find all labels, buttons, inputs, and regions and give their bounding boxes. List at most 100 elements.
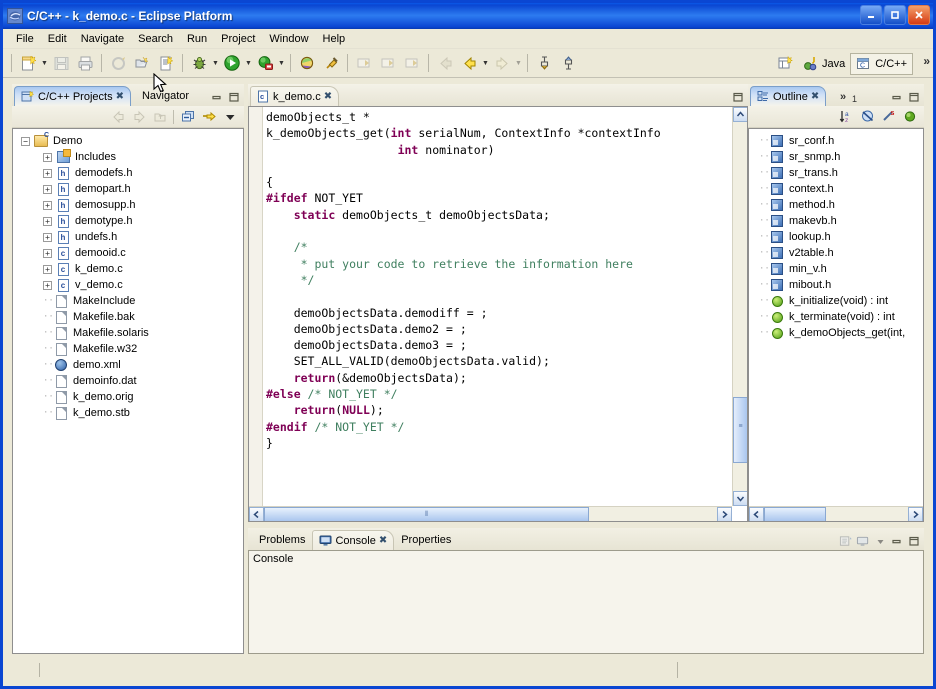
- tree-item[interactable]: ·· Makefile.solaris: [13, 325, 243, 341]
- tab-console[interactable]: Console ✖: [312, 530, 395, 550]
- tree-expander[interactable]: +: [43, 152, 52, 162]
- maximize-icon[interactable]: [907, 91, 921, 104]
- tree-item[interactable]: + h demosupp.h: [13, 197, 243, 213]
- scroll-left-button[interactable]: [749, 507, 764, 521]
- scroll-up-button[interactable]: [733, 107, 747, 122]
- tree-item[interactable]: + h demopart.h: [13, 181, 243, 197]
- tree-expander[interactable]: +: [43, 232, 52, 242]
- tree-expander[interactable]: +: [43, 168, 52, 178]
- tree-item[interactable]: + h undefs.h: [13, 229, 243, 245]
- scroll-right-button[interactable]: [717, 507, 732, 521]
- maximize-icon[interactable]: [731, 91, 745, 104]
- console-dropdown-arrow[interactable]: [873, 535, 887, 548]
- close-button[interactable]: [908, 5, 930, 25]
- tree-item[interactable]: ·· demoinfo.dat: [13, 373, 243, 389]
- tree-item[interactable]: + c v_demo.c: [13, 277, 243, 293]
- tab-problems[interactable]: Problems: [252, 530, 312, 550]
- editor-code[interactable]: demoObjects_t * k_demoObjects_get(int ser…: [266, 109, 731, 505]
- vertical-scroll-thumb[interactable]: ≡: [733, 397, 747, 463]
- menu-item-run[interactable]: Run: [180, 31, 214, 47]
- maximize-icon[interactable]: [227, 91, 241, 104]
- editor-horizontal-scrollbar[interactable]: ⦀: [249, 506, 732, 521]
- tab-k-demo-c[interactable]: c k_demo.c ✖: [250, 86, 340, 106]
- outline-overflow-chevron[interactable]: »: [840, 91, 846, 103]
- minimize-button[interactable]: [860, 5, 882, 25]
- close-icon[interactable]: ✖: [116, 91, 124, 102]
- menu-item-file[interactable]: File: [9, 31, 41, 47]
- collapse-all-icon[interactable]: [178, 108, 198, 126]
- search-icon[interactable]: [296, 52, 318, 74]
- outline-item[interactable]: ·· lookup.h: [749, 229, 923, 245]
- project-tree[interactable]: −Demo+Includes+hdemodefs.h+hdemopart.h+h…: [12, 128, 244, 654]
- maximize-icon[interactable]: [907, 535, 921, 548]
- menu-item-window[interactable]: Window: [262, 31, 315, 47]
- outline-item[interactable]: ·· k_initialize(void) : int: [749, 293, 923, 309]
- tree-item[interactable]: − Demo: [13, 132, 243, 149]
- menu-item-help[interactable]: Help: [316, 31, 353, 47]
- debug-icon[interactable]: [188, 52, 210, 74]
- hide-static-icon[interactable]: s: [879, 108, 899, 126]
- console-body[interactable]: Console: [248, 550, 924, 654]
- editor-vertical-scrollbar[interactable]: ≡: [732, 107, 747, 506]
- new-c-file-icon[interactable]: [155, 52, 177, 74]
- tree-expander[interactable]: +: [43, 200, 52, 210]
- tree-expander[interactable]: +: [43, 216, 52, 226]
- outline-item[interactable]: ·· sr_snmp.h: [749, 149, 923, 165]
- tree-expander[interactable]: +: [43, 184, 52, 194]
- pin-icon[interactable]: [320, 52, 342, 74]
- outline-item[interactable]: ·· sr_conf.h: [749, 133, 923, 149]
- outline-horizontal-scrollbar[interactable]: [749, 506, 923, 521]
- scroll-right-button[interactable]: [908, 507, 923, 521]
- link-with-editor-icon[interactable]: [199, 108, 219, 126]
- outline-tree[interactable]: ·· sr_conf.h ·· sr_snmp.h ·· sr_trans.h ·· cont…: [748, 128, 924, 522]
- tab-outline[interactable]: Outline ✖: [750, 86, 827, 106]
- perspective-cpp[interactable]: C C/C++: [850, 52, 913, 75]
- toggle-mark-occurrences-icon[interactable]: [533, 52, 555, 74]
- minimize-icon[interactable]: [890, 91, 904, 104]
- close-icon[interactable]: ✖: [811, 91, 819, 102]
- run-icon[interactable]: [221, 52, 243, 74]
- new-dropdown-arrow[interactable]: ▼: [40, 52, 49, 74]
- tree-item[interactable]: + Includes: [13, 149, 243, 165]
- editor-gutter[interactable]: [249, 107, 263, 521]
- horizontal-scroll-thumb[interactable]: [764, 507, 826, 521]
- clear-console-icon[interactable]: [839, 535, 853, 548]
- outline-item[interactable]: ·· mibout.h: [749, 277, 923, 293]
- outline-item[interactable]: ·· context.h: [749, 181, 923, 197]
- outline-item[interactable]: ·· method.h: [749, 197, 923, 213]
- scroll-left-button[interactable]: [249, 507, 264, 521]
- scroll-down-button[interactable]: [733, 491, 747, 506]
- close-icon[interactable]: ✖: [324, 91, 332, 102]
- console-output[interactable]: [251, 568, 921, 651]
- run-dropdown-arrow[interactable]: ▼: [244, 52, 253, 74]
- tree-item[interactable]: + c demooid.c: [13, 245, 243, 261]
- sort-icon[interactable]: az: [837, 108, 857, 126]
- tree-item[interactable]: ·· Makefile.bak: [13, 309, 243, 325]
- tree-expander[interactable]: −: [21, 136, 30, 146]
- tree-item[interactable]: + c k_demo.c: [13, 261, 243, 277]
- back-active-icon[interactable]: [458, 52, 480, 74]
- tree-expander[interactable]: +: [43, 248, 52, 258]
- tree-item[interactable]: + h demotype.h: [13, 213, 243, 229]
- tree-item[interactable]: + h demodefs.h: [13, 165, 243, 181]
- skip-breakpoints-icon[interactable]: [557, 52, 579, 74]
- menu-item-search[interactable]: Search: [131, 31, 180, 47]
- close-icon[interactable]: ✖: [379, 535, 387, 546]
- debug-dropdown-arrow[interactable]: ▼: [211, 52, 220, 74]
- hide-fields-icon[interactable]: [858, 108, 878, 126]
- tree-item[interactable]: ·· k_demo.stb: [13, 405, 243, 421]
- external-tools-dropdown-arrow[interactable]: ▼: [277, 52, 286, 74]
- menu-item-edit[interactable]: Edit: [41, 31, 74, 47]
- tab-cpp-projects[interactable]: C/C++ Projects ✖: [14, 86, 131, 106]
- minimize-icon[interactable]: [210, 91, 224, 104]
- outline-item[interactable]: ·· min_v.h: [749, 261, 923, 277]
- tree-item[interactable]: ·· Makefile.w32: [13, 341, 243, 357]
- hide-nonpublic-icon[interactable]: [900, 108, 920, 126]
- outline-item[interactable]: ·· sr_trans.h: [749, 165, 923, 181]
- tree-item[interactable]: ·· k_demo.orig: [13, 389, 243, 405]
- tree-expander[interactable]: +: [43, 264, 52, 274]
- outline-item[interactable]: ·· k_demoObjects_get(int,: [749, 325, 923, 341]
- new-wizard-icon[interactable]: [17, 52, 39, 74]
- code-editor[interactable]: demoObjects_t * k_demoObjects_get(int ser…: [248, 106, 748, 522]
- view-menu-icon[interactable]: [220, 108, 240, 126]
